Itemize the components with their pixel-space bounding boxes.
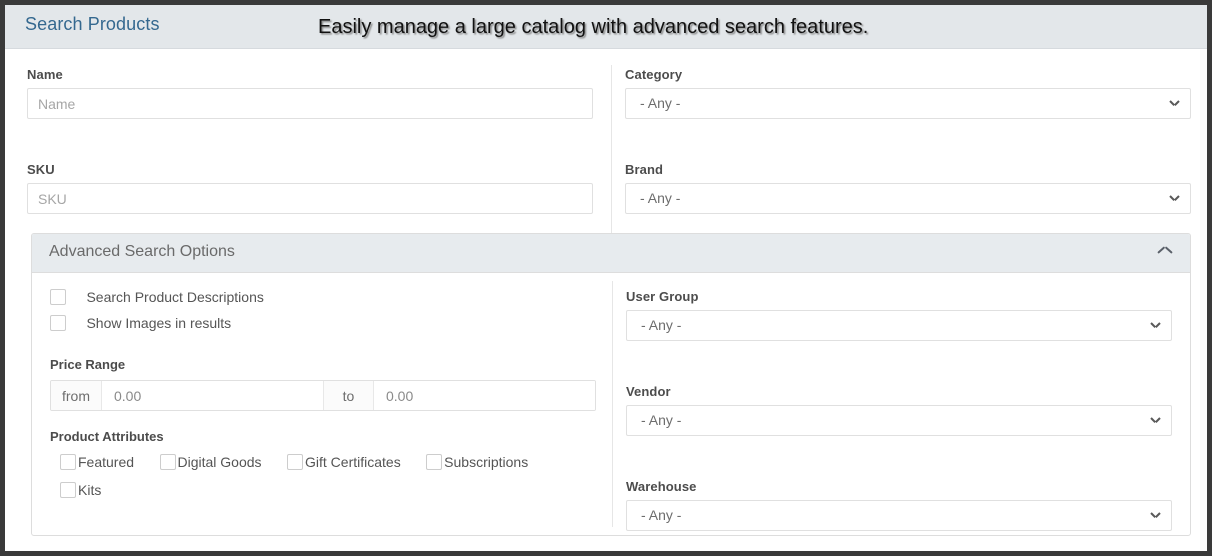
category-select-value: - Any - xyxy=(640,95,681,111)
chevron-up-icon[interactable] xyxy=(1158,250,1172,258)
advanced-search-panel-title: Advanced Search Options xyxy=(49,243,235,260)
category-select[interactable]: - Any - xyxy=(625,88,1191,119)
checkbox-row-show-images[interactable]: Show Images in results xyxy=(50,315,616,341)
name-label: Name xyxy=(27,67,63,82)
checkbox-featured[interactable] xyxy=(60,454,76,470)
user-group-label: User Group xyxy=(626,289,699,304)
price-from-input[interactable] xyxy=(102,381,323,410)
chevron-down-icon xyxy=(1170,195,1179,201)
field-sku: SKU xyxy=(27,162,593,214)
advanced-search-panel-body: Search Product Descriptions Show Images … xyxy=(32,273,1190,535)
basic-search-section: Name SKU Category - Any - Brand - xyxy=(5,49,1207,251)
field-user-group: User Group - Any - xyxy=(626,289,1172,341)
checkbox-row-search-descriptions[interactable]: Search Product Descriptions xyxy=(50,289,616,315)
basic-search-right-column: Category - Any - Brand - Any - xyxy=(625,67,1191,214)
vendor-select[interactable]: - Any - xyxy=(626,405,1172,436)
user-group-select-value: - Any - xyxy=(641,317,682,333)
field-category: Category - Any - xyxy=(625,67,1191,119)
category-label: Category xyxy=(625,67,683,82)
field-warehouse: Warehouse - Any - xyxy=(626,479,1172,531)
chevron-down-icon xyxy=(1170,100,1179,106)
attribute-kits[interactable]: Kits xyxy=(60,482,101,500)
advanced-search-panel-header[interactable]: Advanced Search Options xyxy=(32,234,1190,273)
product-attributes-row-2: Kits xyxy=(50,482,616,510)
app-viewport: Search Products Easily manage a large ca… xyxy=(5,5,1207,551)
attribute-digital-goods[interactable]: Digital Goods xyxy=(159,454,262,472)
checkbox-subscriptions[interactable] xyxy=(426,454,443,470)
attribute-featured[interactable]: Featured xyxy=(60,454,134,472)
column-divider xyxy=(611,65,612,251)
checkbox-kits[interactable] xyxy=(60,482,76,498)
brand-select[interactable]: - Any - xyxy=(625,183,1191,214)
attribute-gift-certificates[interactable]: Gift Certificates xyxy=(287,454,401,472)
chevron-down-icon xyxy=(1151,322,1160,328)
advanced-left-column: Search Product Descriptions Show Images … xyxy=(50,289,616,510)
vendor-select-value: - Any - xyxy=(641,412,682,428)
checkbox-digital-goods[interactable] xyxy=(159,454,176,470)
brand-select-value: - Any - xyxy=(640,190,681,206)
attribute-label: Subscriptions xyxy=(444,454,529,470)
advanced-right-column: User Group - Any - Vendor - Any - Wareho… xyxy=(626,289,1172,531)
price-to-input[interactable] xyxy=(374,381,595,410)
checkbox-gift-certificates[interactable] xyxy=(287,454,303,470)
page-header: Search Products Easily manage a large ca… xyxy=(5,5,1207,49)
warehouse-select[interactable]: - Any - xyxy=(626,500,1172,531)
attribute-label: Featured xyxy=(78,454,135,470)
price-to-addon: to xyxy=(323,381,374,410)
name-input[interactable] xyxy=(27,88,593,119)
field-vendor: Vendor - Any - xyxy=(626,384,1172,436)
attribute-subscriptions[interactable]: Subscriptions xyxy=(426,454,528,472)
overlay-caption: Easily manage a large catalog with advan… xyxy=(318,16,869,38)
brand-label: Brand xyxy=(625,162,664,177)
field-brand: Brand - Any - xyxy=(625,162,1191,214)
checkbox-label: Search Product Descriptions xyxy=(86,289,264,305)
attribute-label: Gift Certificates xyxy=(305,454,401,470)
price-range-group: from to xyxy=(50,380,596,411)
advanced-search-panel: Advanced Search Options Search Product D… xyxy=(31,233,1191,536)
warehouse-select-value: - Any - xyxy=(641,507,682,523)
checkbox-search-product-descriptions[interactable] xyxy=(50,289,66,305)
attribute-label: Digital Goods xyxy=(177,454,262,470)
price-range-label: Price Range xyxy=(50,357,126,372)
field-name: Name xyxy=(27,67,593,119)
checkbox-label: Show Images in results xyxy=(86,315,232,331)
sku-label: SKU xyxy=(27,162,55,177)
product-attributes-label: Product Attributes xyxy=(50,429,164,444)
chevron-down-icon xyxy=(1151,417,1160,423)
checkbox-show-images-in-results[interactable] xyxy=(50,315,66,331)
chevron-down-icon xyxy=(1151,512,1160,518)
user-group-select[interactable]: - Any - xyxy=(626,310,1172,341)
page-title[interactable]: Search Products xyxy=(25,14,160,35)
basic-search-left-column: Name SKU xyxy=(27,67,593,214)
product-attributes-row-1: Featured Digital Goods Gift Certificates… xyxy=(50,454,616,482)
warehouse-label: Warehouse xyxy=(626,479,697,494)
attribute-label: Kits xyxy=(78,482,102,498)
sku-input[interactable] xyxy=(27,183,593,214)
price-from-addon: from xyxy=(51,381,102,410)
vendor-label: Vendor xyxy=(626,384,671,399)
